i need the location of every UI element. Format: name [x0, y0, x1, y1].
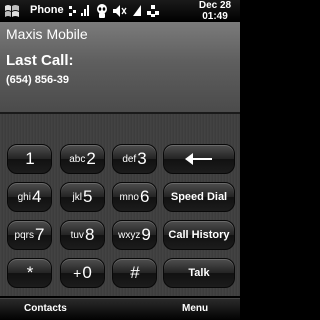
key-7[interactable]: pqrs 7 — [7, 220, 52, 250]
key-1[interactable]: 1 — [7, 144, 52, 174]
app-title: Phone — [30, 4, 64, 16]
key-letters: wxyz — [118, 229, 141, 241]
key-hash[interactable]: # — [112, 258, 157, 288]
phone-screen: Phone Dec 28 01:49 Maxis Mobile Last Cal… — [0, 0, 240, 320]
operator-name: Maxis Mobile — [6, 26, 88, 42]
key-digit: 7 — [34, 225, 45, 244]
key-digit: 2 — [86, 149, 96, 168]
key-2[interactable]: abc 2 — [60, 144, 105, 174]
key-digit: 0 — [82, 263, 92, 282]
status-icons[interactable] — [69, 3, 167, 19]
key-letters: jkl — [72, 191, 82, 203]
key-digit: 9 — [141, 225, 151, 244]
menu-softkey[interactable]: Menu — [182, 303, 208, 314]
key-digit: 5 — [82, 187, 93, 206]
key-star[interactable]: * — [7, 258, 52, 288]
volume-icon — [113, 5, 127, 17]
signal-strength-icon — [133, 5, 141, 16]
key-8[interactable]: tuv 8 — [60, 220, 105, 250]
key-digit: 3 — [137, 149, 147, 168]
key-digit: 8 — [84, 225, 95, 244]
key-3[interactable]: def 3 — [112, 144, 157, 174]
softkey-bar: Contacts Menu — [0, 298, 240, 320]
key-letters: + — [73, 265, 82, 281]
time: 01:49 — [202, 11, 228, 22]
key-4[interactable]: ghi 4 — [7, 182, 52, 212]
key-letters: mno — [119, 191, 139, 203]
key-5[interactable]: jkl 5 — [60, 182, 105, 212]
key-0[interactable]: + 0 — [60, 258, 105, 288]
call-info-panel: Maxis Mobile Last Call: (654) 856-39 — [0, 22, 240, 114]
signal-icon — [81, 5, 89, 16]
backspace-button[interactable] — [163, 144, 235, 174]
speed-dial-button[interactable]: Speed Dial — [163, 182, 235, 212]
call-history-button[interactable]: Call History — [163, 220, 235, 250]
key-letters: tuv — [70, 229, 84, 241]
windows-start-icon[interactable] — [2, 1, 24, 21]
last-call-label: Last Call: — [6, 52, 74, 69]
key-digit: 4 — [31, 187, 42, 206]
key-digit: 6 — [139, 187, 150, 206]
key-digit: 1 — [25, 149, 35, 168]
dial-keypad: 1 abc 2 def 3 ghi 4 jkl 5 mno 6 Speed Di… — [0, 114, 240, 296]
status-bar: Phone Dec 28 01:49 — [0, 0, 240, 23]
connectivity-icon — [69, 6, 76, 16]
network-icon — [147, 5, 159, 17]
key-6[interactable]: mno 6 — [112, 182, 157, 212]
alien-icon — [97, 4, 107, 18]
key-digit: # — [130, 263, 140, 282]
key-letters: def — [122, 153, 137, 165]
key-letters: abc — [69, 153, 86, 165]
last-call-number: (654) 856-39 — [6, 74, 69, 86]
date: Dec 28 — [198, 0, 232, 11]
key-letters: pqrs — [14, 229, 34, 241]
talk-button[interactable]: Talk — [163, 258, 235, 288]
key-9[interactable]: wxyz 9 — [112, 220, 157, 250]
key-digit: * — [26, 263, 34, 282]
key-letters: ghi — [17, 191, 31, 203]
backspace-arrow-icon — [185, 153, 212, 165]
contacts-softkey[interactable]: Contacts — [24, 303, 67, 314]
